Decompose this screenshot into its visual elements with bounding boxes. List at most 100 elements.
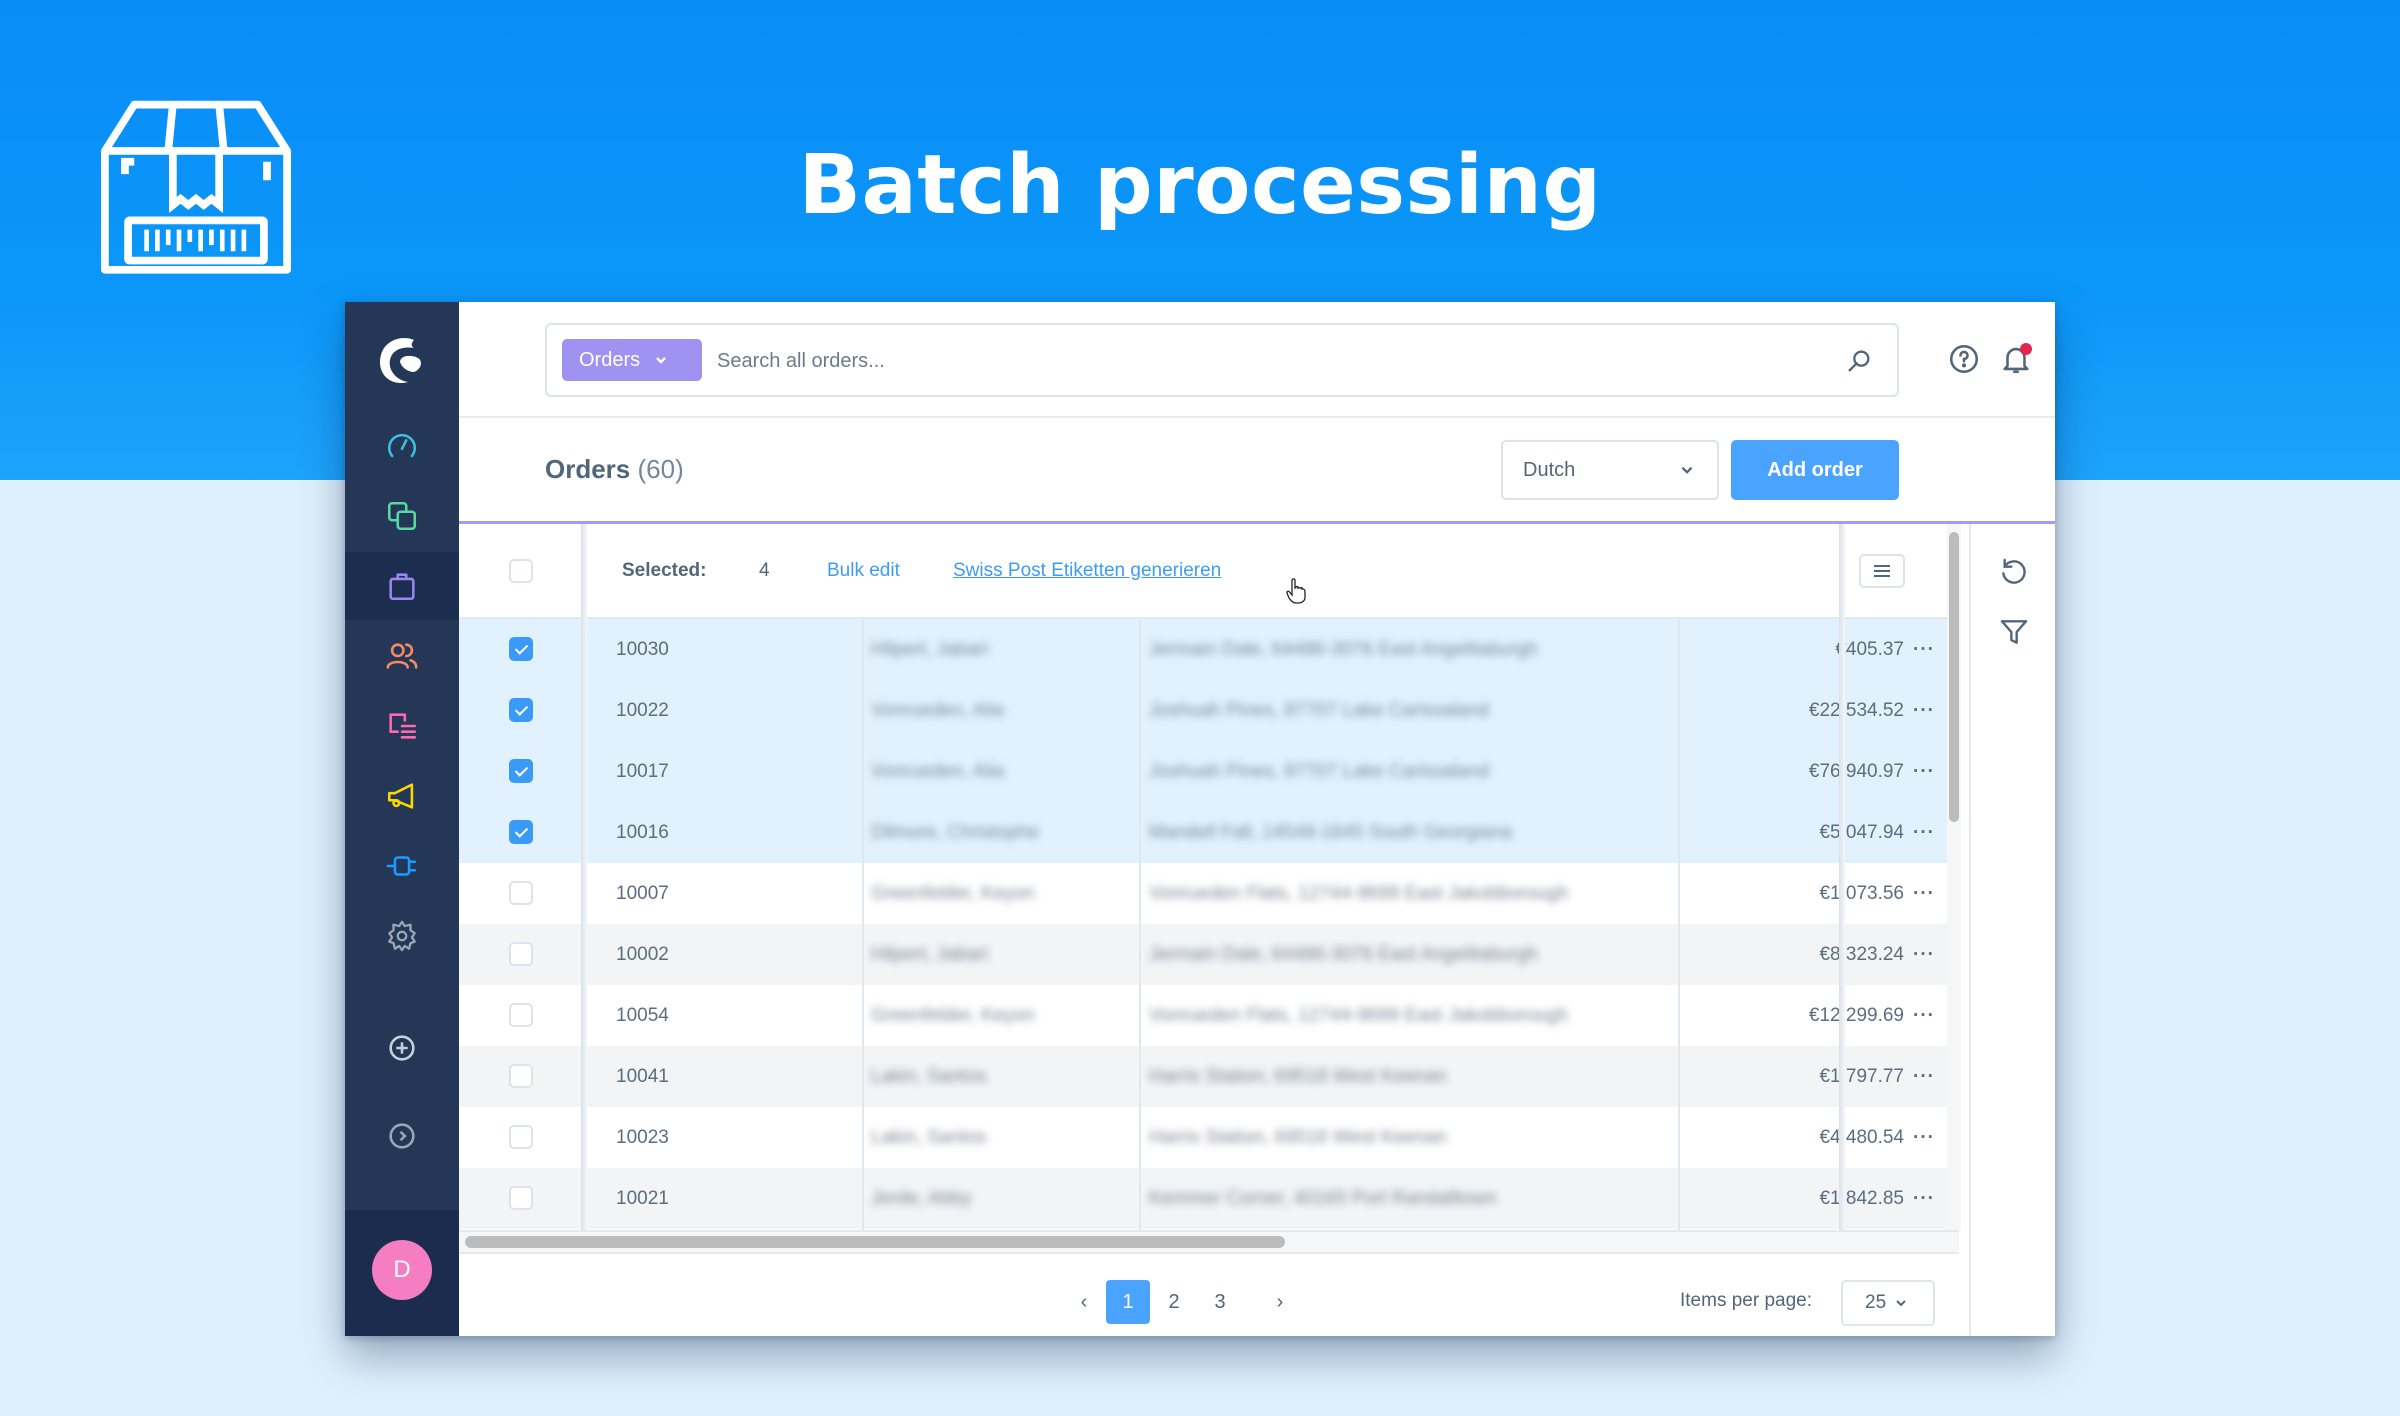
billing-address: Vonrueden Flats, 12744-9699 East Jakobbo…	[1149, 883, 1569, 904]
row-checkbox[interactable]	[509, 1186, 533, 1210]
customer-name: Lakin, Santos	[871, 1066, 987, 1087]
refresh-icon[interactable]	[1998, 556, 2030, 588]
order-number[interactable]: 10030	[616, 619, 669, 680]
grid-side-panel	[1969, 524, 2055, 1336]
column-divider	[1139, 619, 1141, 1230]
order-number[interactable]: 10041	[616, 1046, 669, 1107]
language-value: Dutch	[1523, 458, 1576, 481]
row-checkbox[interactable]	[509, 1064, 533, 1088]
sidebar-item-settings[interactable]	[345, 902, 459, 970]
search-input[interactable]	[717, 339, 1817, 383]
row-checkbox[interactable]	[509, 1125, 533, 1149]
billing-address: Harris Station, 69518 West Keenan	[1149, 1066, 1447, 1087]
table-row[interactable]: 10016 Dilmore, Christophe Mandell Fall, 14…	[459, 802, 1949, 863]
selected-label: Selected:	[622, 560, 707, 581]
add-sales-channel-button[interactable]	[345, 1014, 459, 1082]
user-area: D	[345, 1210, 459, 1336]
customer-name: Vonrueden, Alia	[871, 761, 1005, 782]
help-icon[interactable]	[1947, 342, 1981, 376]
table-row[interactable]: 10023 Lakin, Santos Harris Station, 69518 …	[459, 1107, 1949, 1168]
items-per-page-label: Items per page:	[1680, 1290, 1813, 1311]
chevron-down-icon	[1896, 1300, 1906, 1307]
notification-badge	[2020, 343, 2032, 355]
customer-name: Dilmore, Christophe	[871, 822, 1039, 843]
swiss-post-labels-link[interactable]: Swiss Post Etiketten generieren	[953, 560, 1221, 582]
add-order-button[interactable]: Add order	[1731, 440, 1899, 500]
chevron-down-icon	[1681, 466, 1693, 474]
sidebar-item-content[interactable]	[345, 692, 459, 760]
order-number[interactable]: 10054	[616, 985, 669, 1046]
customer-name: Greenfelder, Keyon	[871, 1005, 1035, 1026]
orders-count: (60)	[637, 454, 684, 484]
row-checkbox[interactable]	[509, 637, 533, 661]
items-per-page-select[interactable]: 25	[1841, 1280, 1935, 1326]
order-number[interactable]: 10007	[616, 863, 669, 924]
chevron-right-circle-icon	[389, 1123, 415, 1149]
language-select[interactable]: Dutch	[1501, 440, 1719, 500]
table-row[interactable]: 10021 Jerde, Abby Kemmer Corner, 40165 Por…	[459, 1168, 1949, 1229]
users-icon	[386, 643, 418, 669]
row-checkbox[interactable]	[509, 942, 533, 966]
gauge-icon	[387, 433, 417, 458]
sidebar: D	[345, 302, 459, 1336]
order-number[interactable]: 10016	[616, 802, 669, 863]
column-divider	[1678, 619, 1680, 1230]
search-icon[interactable]	[1845, 347, 1873, 375]
vertical-scrollbar-thumb[interactable]	[1949, 532, 1959, 822]
order-number[interactable]: 10017	[616, 741, 669, 802]
selected-count: 4	[759, 560, 770, 581]
horizontal-scrollbar[interactable]	[459, 1230, 1959, 1254]
sidebar-item-dashboard[interactable]	[345, 412, 459, 480]
customer-name: Greenfelder, Keyon	[871, 883, 1035, 904]
sidebar-item-marketing[interactable]	[345, 762, 459, 830]
avatar[interactable]: D	[372, 1240, 432, 1300]
customer-name: Hilpert, Jabari	[871, 639, 989, 660]
billing-address: Mandell Fall, 14549-1645 South Georgiana	[1149, 822, 1513, 843]
bulk-actions-bar: Selected: 4 Bulk edit Swiss Post Etikett…	[459, 524, 1949, 619]
order-number[interactable]: 10002	[616, 924, 669, 985]
plus-circle-icon	[389, 1035, 415, 1061]
table-row[interactable]: 10041 Lakin, Santos Harris Station, 69518 …	[459, 1046, 1949, 1107]
search-bar: Orders	[545, 323, 1899, 397]
sidebar-item-orders[interactable]	[345, 552, 459, 620]
billing-address: Jermain Dale, 64486-3076 East Angelitabu…	[1149, 639, 1538, 660]
column-settings-button[interactable]	[1859, 554, 1905, 588]
items-per-page-value: 25	[1865, 1292, 1887, 1313]
shopware-logo-icon[interactable]	[374, 332, 430, 388]
table-row[interactable]: 10002 Hilpert, Jabari Jermain Dale, 64486-…	[459, 924, 1949, 985]
order-number[interactable]: 10022	[616, 680, 669, 741]
table-row[interactable]: 10054 Greenfelder, Keyon Vonrueden Flats, …	[459, 985, 1949, 1046]
search-type-dropdown[interactable]: Orders	[562, 339, 702, 381]
table-row[interactable]: 10007 Greenfelder, Keyon Vonrueden Flats, …	[459, 863, 1949, 924]
page-2-button[interactable]: 2	[1159, 1280, 1189, 1324]
row-checkbox[interactable]	[509, 820, 533, 844]
plug-icon	[386, 856, 417, 876]
sidebar-item-catalogues[interactable]	[345, 482, 459, 550]
megaphone-icon	[387, 783, 414, 809]
table-row[interactable]: 10017 Vonrueden, Alia Joshuah Pines, 87707…	[459, 741, 1949, 802]
table-row[interactable]: 10030 Hilpert, Jabari Jermain Dale, 64486-…	[459, 619, 1949, 680]
sidebar-item-extensions[interactable]	[345, 832, 459, 900]
row-checkbox[interactable]	[509, 881, 533, 905]
select-all-checkbox[interactable]	[509, 559, 533, 583]
table-row[interactable]: 10022 Vonrueden, Alia Joshuah Pines, 87707…	[459, 680, 1949, 741]
order-number[interactable]: 10021	[616, 1168, 669, 1229]
column-divider	[1839, 524, 1845, 1230]
next-page-button[interactable]: ›	[1265, 1280, 1295, 1324]
expand-sidebar-button[interactable]	[345, 1102, 459, 1170]
horizontal-scrollbar-thumb[interactable]	[465, 1236, 1285, 1248]
page-3-button[interactable]: 3	[1205, 1280, 1235, 1324]
filter-icon[interactable]	[1998, 616, 2030, 648]
order-number[interactable]: 10023	[616, 1107, 669, 1168]
row-checkbox[interactable]	[509, 759, 533, 783]
page-1-button[interactable]: 1	[1106, 1280, 1150, 1324]
prev-page-button[interactable]: ‹	[1069, 1280, 1099, 1324]
row-checkbox[interactable]	[509, 1003, 533, 1027]
customer-name: Hilpert, Jabari	[871, 944, 989, 965]
content-list-icon	[389, 713, 417, 739]
bulk-edit-link[interactable]: Bulk edit	[827, 560, 900, 582]
sidebar-item-customers[interactable]	[345, 622, 459, 690]
row-checkbox[interactable]	[509, 698, 533, 722]
pagination: ‹ 1 2 3 › Items per page: 25	[459, 1254, 1969, 1336]
gear-icon	[388, 920, 416, 952]
